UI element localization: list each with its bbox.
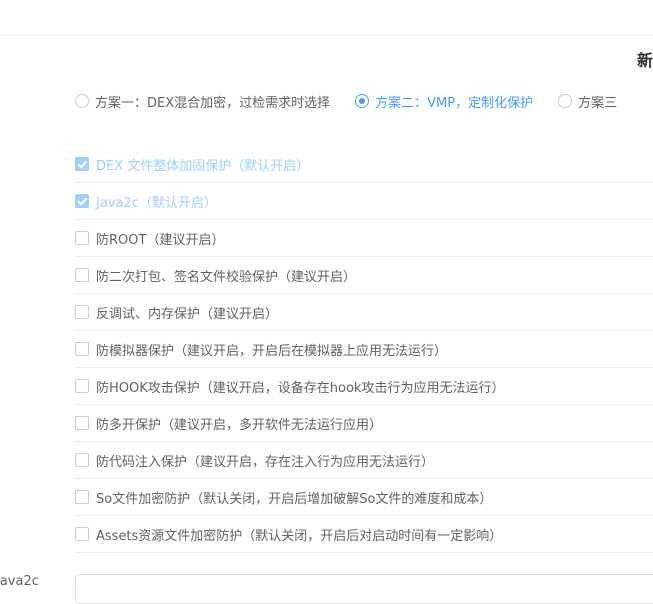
checkbox-icon[interactable] — [75, 527, 89, 541]
option-assets-encryption[interactable]: Assets资源文件加密防护（默认关闭，开启后对启动时间有一定影响） — [75, 516, 653, 553]
option-java2c: Java2c（默认开启） — [75, 183, 653, 220]
option-label: DEX 文件整体加固保护（默认开启） — [96, 158, 310, 174]
checkbox-icon[interactable] — [75, 305, 89, 319]
checkbox-icon[interactable] — [75, 231, 89, 245]
option-anti-repackage[interactable]: 防二次打包、签名文件校验保护（建议开启） — [75, 257, 653, 294]
checkbox-icon[interactable] — [75, 416, 89, 430]
option-label: 防ROOT（建议开启） — [96, 232, 225, 248]
scheme-radio-option-3[interactable]: 方案三 — [558, 92, 617, 111]
scheme-radio-label: 方案三 — [578, 95, 618, 111]
checkbox-icon[interactable] — [75, 490, 89, 504]
option-anti-hook[interactable]: 防HOOK攻击保护（建议开启，设备存在hook攻击行为应用无法运行） — [75, 368, 653, 405]
checkbox-icon[interactable] — [75, 379, 89, 393]
option-label: 防模拟器保护（建议开启，开启后在模拟器上应用无法运行） — [96, 343, 448, 359]
option-label: 防多开保护（建议开启，多开软件无法运行应用） — [96, 417, 383, 433]
java2c-input[interactable] — [75, 574, 653, 604]
option-anti-root[interactable]: 防ROOT（建议开启） — [75, 220, 653, 257]
radio-selected-icon[interactable] — [355, 94, 370, 108]
option-so-encryption[interactable]: So文件加密防护（默认关闭，开启后增加破解So文件的难度和成本） — [75, 479, 653, 516]
option-label: So文件加密防护（默认关闭，开启后增加破解So文件的难度和成本） — [96, 491, 493, 507]
radio-circle-icon[interactable] — [558, 94, 573, 108]
scheme-radio-label: 方案二：VMP，定制化保护 — [375, 95, 534, 111]
checkbox-checked-icon — [75, 194, 89, 208]
option-anti-emulator[interactable]: 防模拟器保护（建议开启，开启后在模拟器上应用无法运行） — [75, 331, 653, 368]
option-anti-debug[interactable]: 反调试、内存保护（建议开启） — [75, 294, 653, 331]
option-label: Assets资源文件加密防护（默认关闭，开启后对启动时间有一定影响） — [96, 528, 503, 544]
option-anti-code-injection[interactable]: 防代码注入保护（建议开启，存在注入行为应用无法运行） — [75, 442, 653, 479]
option-label: Java2c（默认开启） — [96, 195, 217, 211]
checkbox-checked-icon — [75, 157, 89, 171]
checkbox-icon[interactable] — [75, 342, 89, 356]
scheme-radio-option-1[interactable]: 方案一：DEX混合加密，过检需求时选择 — [75, 92, 330, 111]
checkbox-icon[interactable] — [75, 453, 89, 467]
radio-circle-icon[interactable] — [75, 94, 89, 108]
option-dex-reinforce: DEX 文件整体加固保护（默认开启） — [75, 146, 653, 183]
option-label: 防二次打包、签名文件校验保护（建议开启） — [96, 269, 357, 285]
option-anti-multi-open[interactable]: 防多开保护（建议开启，多开软件无法运行应用） — [75, 405, 653, 442]
checkbox-icon[interactable] — [75, 268, 89, 282]
scheme-radio-option-2[interactable]: 方案二：VMP，定制化保护 — [355, 92, 533, 111]
option-label: 防HOOK攻击保护（建议开启，设备存在hook攻击行为应用无法运行） — [96, 380, 505, 396]
scheme-radio-group: 方案一：DEX混合加密，过检需求时选择 方案二：VMP，定制化保护 方案三 — [75, 91, 642, 111]
scheme-radio-label: 方案一：DEX混合加密，过检需求时选择 — [95, 95, 331, 111]
option-label: 防代码注入保护（建议开启，存在注入行为应用无法运行） — [96, 454, 435, 470]
dialog-title: 新 — [637, 51, 653, 70]
top-bar — [0, 0, 653, 36]
option-label: 反调试、内存保护（建议开启） — [96, 306, 279, 322]
protection-options-list: DEX 文件整体加固保护（默认开启） Java2c（默认开启） 防ROOT（建议… — [75, 146, 653, 553]
